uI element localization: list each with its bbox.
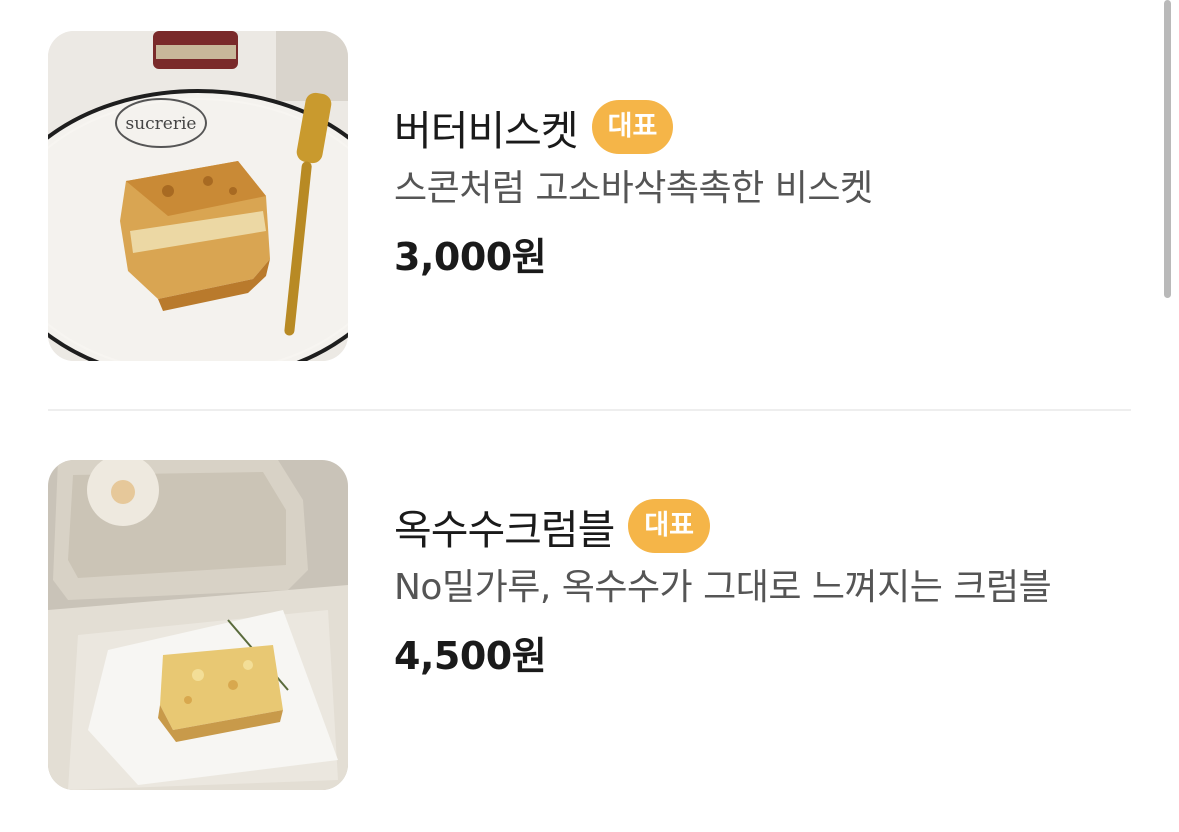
signature-badge: 대표 (591, 100, 674, 154)
menu-item-price: 4,500원 (394, 634, 547, 678)
plate-logo-text: sucrerie (125, 114, 196, 134)
title-row: 버터비스켓 대표 (394, 97, 1131, 157)
menu-item-info: 버터비스켓 대표 스콘처럼 고소바삭촉촉한 비스켓 3,000원 (394, 31, 1131, 361)
signature-badge: 대표 (628, 499, 711, 553)
corn-crumble-photo[interactable] (48, 460, 348, 790)
butter-biscuit-photo[interactable]: sucrerie (48, 31, 348, 361)
menu-item-corn-crumble[interactable]: 옥수수크럼블 대표 No밀가루, 옥수수가 그대로 느껴지는 크럼블 4,500… (48, 460, 1131, 790)
menu-item-price: 3,000원 (394, 235, 547, 279)
menu-list: sucrerie 버터비스켓 대표 스콘처럼 고소바삭촉촉한 비스켓 3,000… (0, 0, 1179, 832)
scrollbar[interactable] (1164, 0, 1171, 298)
menu-item-butter-biscuit[interactable]: sucrerie 버터비스켓 대표 스콘처럼 고소바삭촉촉한 비스켓 3,000… (48, 31, 1131, 361)
menu-item-description: 스콘처럼 고소바삭촉촉한 비스켓 (394, 168, 873, 209)
divider (48, 409, 1131, 411)
title-row: 옥수수크럼블 대표 (394, 496, 1131, 556)
menu-item-info: 옥수수크럼블 대표 No밀가루, 옥수수가 그대로 느껴지는 크럼블 4,500… (394, 460, 1131, 790)
menu-item-name: 옥수수크럼블 (394, 506, 615, 554)
menu-item-description: No밀가루, 옥수수가 그대로 느껴지는 크럼블 (394, 567, 1052, 608)
menu-item-name: 버터비스켓 (394, 107, 579, 155)
